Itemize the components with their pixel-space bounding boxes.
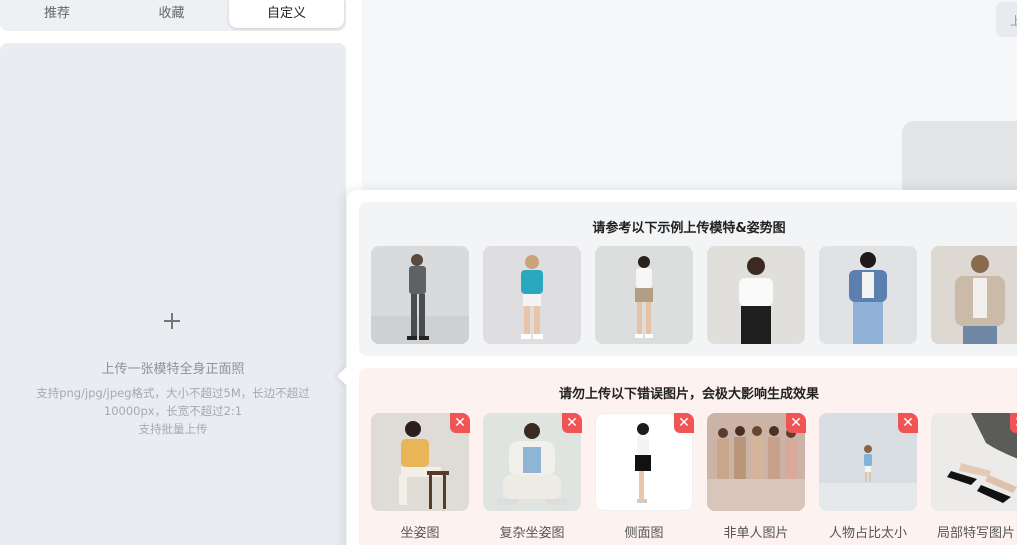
- good-examples-title: 请参考以下示例上传模特&姿势图: [592, 221, 786, 236]
- bad-example-caption: 非单人图片: [723, 526, 789, 541]
- close-icon[interactable]: ✕: [898, 413, 918, 433]
- upload-dropzone[interactable]: [0, 43, 346, 545]
- good-example-image: [707, 246, 805, 344]
- good-example-image: [595, 246, 693, 344]
- bad-example-caption: 坐姿图: [400, 526, 440, 541]
- tab-favorites[interactable]: 收藏: [114, 0, 229, 28]
- bad-example-caption: 侧面图: [624, 526, 664, 541]
- placeholder-card: [902, 121, 1017, 201]
- left-panel: 推荐 收藏 自定义 上传一张模特全身正面照 支持png/jpg/jpeg格式，大…: [0, 0, 362, 545]
- plus-icon[interactable]: [163, 312, 181, 330]
- upload-desc-line: 支持批量上传: [138, 422, 208, 436]
- upload-desc-line: 10000px，长宽不超过2:1: [103, 404, 243, 418]
- bad-example-caption: 复杂坐姿图: [499, 526, 565, 541]
- good-example-image: [483, 246, 581, 344]
- bad-example-caption: 局部特写图片: [937, 526, 1016, 541]
- close-icon[interactable]: ✕: [562, 413, 582, 433]
- good-example-image: [371, 246, 469, 344]
- close-icon[interactable]: ✕: [674, 413, 694, 433]
- close-icon[interactable]: ✕: [1010, 413, 1017, 433]
- bad-examples-title: 请勿上传以下错误图片，会极大影响生成效果: [558, 387, 819, 402]
- upload-desc-line: 支持png/jpg/jpeg格式，大小不超过5M，长边不超过: [36, 386, 310, 400]
- good-example-image: [931, 246, 1017, 344]
- upload-title: 上传一张模特全身正面照: [101, 362, 245, 377]
- tab-custom[interactable]: 自定义: [229, 0, 344, 28]
- tab-bar: 推荐 收藏 自定义: [0, 0, 346, 31]
- close-icon[interactable]: ✕: [450, 413, 470, 433]
- bad-example-image: [931, 413, 1017, 511]
- upload-button-partial[interactable]: 上: [996, 2, 1017, 37]
- tab-recommend[interactable]: 推荐: [0, 0, 114, 28]
- bad-example-caption: 人物占比太小: [828, 526, 907, 541]
- upload-description: 支持png/jpg/jpeg格式，大小不超过5M，长边不超过 10000px，长…: [20, 384, 326, 438]
- upload-button-label: 上: [1010, 14, 1017, 28]
- close-icon[interactable]: ✕: [786, 413, 806, 433]
- good-example-image: [819, 246, 917, 344]
